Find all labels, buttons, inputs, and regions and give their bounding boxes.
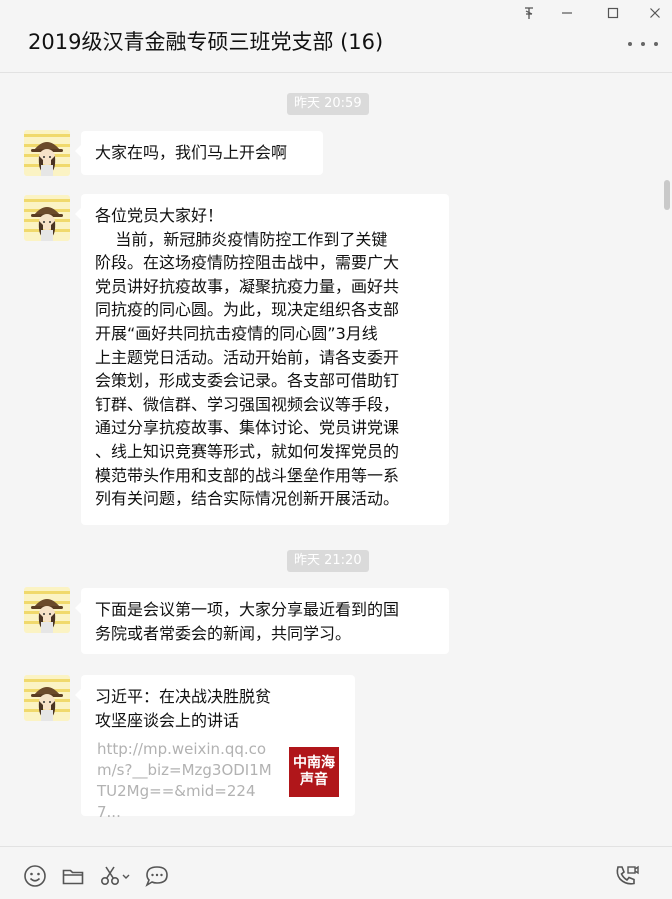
message-line: 务院或者常委会的新闻，共同学习。 [95, 623, 352, 643]
more-dot-icon [641, 42, 645, 46]
message-line: 各位党员大家好！ [95, 206, 224, 225]
more-options-button[interactable] [628, 34, 658, 54]
more-dot-icon [654, 42, 658, 46]
message-bubble[interactable]: 大家在吗，我们马上开会啊 [75, 131, 323, 175]
link-url-line: http://mp.weixin.qq.co [97, 740, 267, 758]
chat-bubble-icon[interactable] [144, 863, 170, 889]
link-url-line: m/s?__biz=Mzg3ODI1M [97, 761, 272, 779]
timestamp: 昨天 20:59 [287, 93, 369, 115]
thumb-text-line: 声音 [300, 772, 328, 788]
message-line: 党员讲好抗疫故事，凝聚抗疫力量，画好共 [95, 276, 400, 296]
link-title-line: 攻坚座谈会上的讲话 [95, 710, 240, 730]
message-line: 开展“画好共同抗击疫情的同心圆”3月线 [95, 323, 378, 343]
chat-message-list[interactable]: 昨天 20:59 大家在吗，我们马上开会啊 各位党员大家好！ 当前，新冠肺炎疫情… [0, 73, 672, 845]
link-thumbnail: 中南海 声音 [289, 747, 339, 797]
message-bubble[interactable]: 各位党员大家好！ 当前，新冠肺炎疫情防控工作到了关键 阶段。在这场疫情防控阻击战… [75, 194, 449, 525]
link-title-line: 习近平：在决战决胜脱贫 [95, 687, 272, 706]
title-bar: 2019级汉青金融专硕三班党支部 (16) [0, 0, 672, 73]
message-line: 、线上知识竞赛等形式，就如何发挥党员的 [95, 441, 400, 461]
message-line: 下面是会议第一项，大家分享最近看到的国 [95, 600, 400, 619]
screenshot-scissors-icon[interactable] [97, 863, 133, 889]
message-line: 同抗疫的同心圆。为此，现决定组织各支部 [95, 300, 400, 320]
message-line: 会策划，形成支委会记录。各支部可借助钉 [95, 371, 400, 391]
link-card[interactable]: 习近平：在决战决胜脱贫 攻坚座谈会上的讲话 http://mp.weixin.q… [75, 675, 355, 821]
message-line: 上主题党日活动。活动开始前，请各支委开 [95, 347, 400, 367]
close-button[interactable] [640, 2, 670, 24]
folder-icon[interactable] [60, 863, 86, 889]
message-line: 阶段。在这场疫情防控阻击战中，需要广大 [95, 253, 400, 273]
avatar[interactable] [24, 587, 70, 633]
pin-icon[interactable] [514, 2, 544, 24]
thumb-text-line: 中南海 [293, 755, 335, 771]
more-dot-icon [628, 42, 632, 46]
maximize-button[interactable] [598, 2, 628, 24]
message-text: 大家在吗，我们马上开会啊 [95, 143, 288, 162]
emoji-icon[interactable] [22, 863, 48, 889]
minimize-button[interactable] [552, 2, 582, 24]
avatar[interactable] [24, 675, 70, 721]
message-line: 列有关问题，结合实际情况创新开展活动。 [95, 489, 400, 509]
video-call-icon[interactable] [614, 863, 640, 889]
link-url-line: TU2Mg==&mid=2247... [97, 782, 256, 821]
avatar[interactable] [24, 195, 70, 241]
message-line: 钉群、微信群、学习强国视频会议等手段， [95, 394, 400, 414]
message-line: 模范带头作用和支部的战斗堡垒作用等一系 [95, 465, 400, 485]
chat-title: 2019级汉青金融专硕三班党支部 (16) [28, 30, 384, 54]
scrollbar-thumb[interactable] [664, 180, 670, 210]
timestamp: 昨天 21:20 [287, 550, 369, 572]
link-url: http://mp.weixin.qq.co m/s?__biz=Mzg3ODI… [97, 739, 275, 823]
message-line: 当前，新冠肺炎疫情防控工作到了关键 [95, 229, 388, 249]
message-line: 通过分享抗疫故事、集体讨论、党员讲党课 [95, 418, 400, 438]
message-bubble[interactable]: 下面是会议第一项，大家分享最近看到的国 务院或者常委会的新闻，共同学习。 [75, 588, 449, 654]
input-toolbar [0, 846, 672, 899]
avatar[interactable] [24, 130, 70, 176]
